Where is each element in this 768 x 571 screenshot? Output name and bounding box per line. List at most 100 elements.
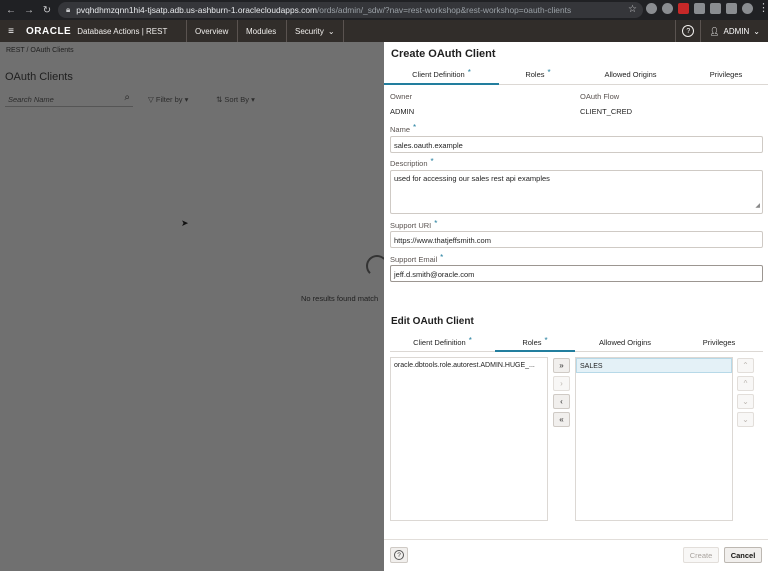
chevron-down-icon: ⌄	[327, 26, 335, 36]
reload-icon[interactable]: ↻	[40, 3, 54, 17]
description-label: Description *	[390, 157, 434, 168]
user-name: ADMIN	[723, 26, 750, 36]
extension-icon[interactable]	[678, 3, 689, 14]
sort-by-button[interactable]: ⇅ Sort By ▾	[216, 95, 255, 104]
tab-client-definition-label: Client Definition	[412, 70, 465, 79]
required-marker: *	[547, 68, 551, 77]
available-roles-list[interactable]: oracle.dbtools.role.autorest.ADMIN.HUGE_…	[390, 357, 548, 521]
description-text: used for accessing our sales rest api ex…	[394, 174, 550, 183]
support-uri-field[interactable]: https://www.thatjeffsmith.com	[390, 231, 763, 248]
chevron-down-icon: ⌄	[753, 26, 760, 36]
page-title: OAuth Clients	[5, 71, 73, 83]
oauth-flow-value: CLIENT_CRED	[580, 107, 633, 116]
support-email-field[interactable]: jeff.d.smith@oracle.com	[390, 265, 763, 282]
oracle-logo: ORACLE	[26, 25, 72, 37]
name-label: Name *	[390, 123, 417, 134]
tab-security-label: Security	[295, 26, 324, 36]
edit-tab-roles[interactable]: Roles *	[495, 333, 575, 352]
caret-down-icon: ▾	[251, 95, 255, 104]
extension-icons: ⋮	[646, 3, 768, 14]
edit-tab-client-definition[interactable]: Client Definition *	[390, 333, 495, 351]
tab-modules[interactable]: Modules	[237, 20, 284, 42]
tab-client-definition[interactable]: Client Definition *	[384, 65, 499, 85]
edit-section-title: Edit OAuth Client	[391, 316, 474, 327]
bookmark-star-icon[interactable]: ☆	[628, 4, 637, 15]
app-header: ≡ ORACLE Database Actions | REST Overvie…	[0, 20, 768, 42]
cancel-button[interactable]: Cancel	[724, 547, 762, 563]
tab-allowed-origins[interactable]: Allowed Origins	[577, 65, 684, 84]
filter-label: Filter by	[155, 95, 183, 104]
filter-icon: ▽	[148, 95, 154, 104]
user-menu[interactable]: 👤︎ ADMIN ⌄	[701, 27, 768, 36]
profile-avatar-icon[interactable]	[742, 3, 753, 14]
tab-roles[interactable]: Roles *	[499, 65, 577, 84]
support-email-label: Support Email *	[390, 253, 444, 264]
move-down-icon[interactable]: ⌄	[737, 394, 754, 409]
required-marker: *	[413, 123, 417, 132]
search-input[interactable]: Search Name ⌕	[5, 91, 133, 107]
required-marker: *	[467, 68, 471, 77]
oauth-flow-label: OAuth Flow	[580, 92, 620, 101]
name-label-text: Name	[390, 125, 411, 134]
list-item[interactable]: oracle.dbtools.role.autorest.ADMIN.HUGE_…	[391, 358, 547, 373]
required-marker: *	[544, 335, 548, 345]
extension-icon[interactable]	[662, 3, 673, 14]
filter-by-button[interactable]: ▽ Filter by ▾	[148, 95, 188, 104]
description-field[interactable]: used for accessing our sales rest api ex…	[390, 170, 763, 214]
move-all-left-icon[interactable]: «	[553, 412, 570, 427]
url-host: pvqhdhmzqnn1hi4-tjsatp.adb.us-ashburn-1.…	[76, 5, 317, 15]
tab-security[interactable]: Security ⌄	[286, 20, 344, 42]
oauth-clients-page: REST / OAuth Clients OAuth Clients Searc…	[0, 42, 388, 571]
move-up-icon[interactable]: ^	[737, 376, 754, 391]
menu-kebab-icon[interactable]: ⋮	[758, 3, 768, 14]
no-results-message: No results found match	[301, 294, 379, 303]
support-email-label-text: Support Email	[390, 255, 438, 264]
required-marker: *	[440, 253, 444, 262]
browser-toolbar: ← → ↻ 🔒︎ pvqhdhmzqnn1hi4-tjsatp.adb.us-a…	[0, 0, 768, 20]
hamburger-menu-icon[interactable]: ≡	[2, 26, 20, 37]
name-field[interactable]: sales.oauth.example	[390, 136, 763, 153]
lock-icon: 🔒︎	[66, 5, 71, 14]
tab-overview[interactable]: Overview	[186, 20, 236, 42]
url-path: /ords/admin/_sdw/?nav=rest-workshop&rest…	[316, 5, 572, 15]
edit-tab-privileges[interactable]: Privileges	[675, 333, 763, 351]
edit-tab-roles-label: Roles	[522, 337, 542, 347]
owner-label: Owner	[390, 92, 413, 101]
sort-icon: ⇅	[216, 95, 223, 104]
tab-privileges[interactable]: Privileges	[684, 65, 768, 84]
move-bottom-icon[interactable]: ⌄	[737, 412, 754, 427]
required-marker: *	[468, 335, 472, 345]
move-all-right-icon[interactable]: »	[553, 358, 570, 373]
extension-icon[interactable]	[694, 3, 705, 14]
create-button[interactable]: Create	[683, 547, 719, 563]
edit-tab-client-definition-label: Client Definition	[413, 337, 466, 347]
breadcrumb: REST / OAuth Clients	[6, 47, 74, 54]
mouse-cursor-icon: ➤	[181, 218, 189, 228]
support-uri-label-text: Support URI	[390, 221, 432, 230]
description-label-text: Description	[390, 159, 428, 168]
puzzle-icon[interactable]	[726, 3, 737, 14]
caret-down-icon: ▾	[184, 95, 189, 104]
search-icon[interactable]: ⌕	[124, 92, 130, 103]
move-right-icon[interactable]: ›	[553, 376, 570, 391]
back-arrow-icon[interactable]: ←	[4, 3, 18, 17]
edit-tabs: Client Definition * Roles * Allowed Origin…	[390, 333, 763, 352]
list-item[interactable]: SALES	[576, 358, 732, 373]
help-button[interactable]: ?	[390, 547, 408, 563]
extension-icon[interactable]	[646, 3, 657, 14]
move-left-icon[interactable]: ‹	[553, 394, 570, 409]
help-icon[interactable]: ?	[682, 25, 695, 37]
selected-roles-list[interactable]: SALES	[575, 357, 733, 521]
search-placeholder: Search Name	[8, 95, 54, 104]
edit-tab-allowed-origins[interactable]: Allowed Origins	[575, 333, 675, 351]
move-top-icon[interactable]: ⌃	[737, 358, 754, 373]
forward-arrow-icon[interactable]: →	[22, 3, 36, 17]
create-oauth-client-drawer: Create OAuth Client Client Definition * R…	[384, 42, 768, 571]
tab-roles-label: Roles	[525, 70, 545, 79]
extension-icon[interactable]	[710, 3, 721, 14]
address-bar[interactable]: 🔒︎ pvqhdhmzqnn1hi4-tjsatp.adb.us-ashburn…	[58, 2, 643, 18]
required-marker: *	[434, 219, 438, 228]
owner-value: ADMIN	[390, 107, 415, 116]
resize-handle-icon[interactable]: ◢	[755, 201, 760, 211]
drawer-tabs: Client Definition * Roles * Allowed Origin…	[384, 65, 768, 85]
